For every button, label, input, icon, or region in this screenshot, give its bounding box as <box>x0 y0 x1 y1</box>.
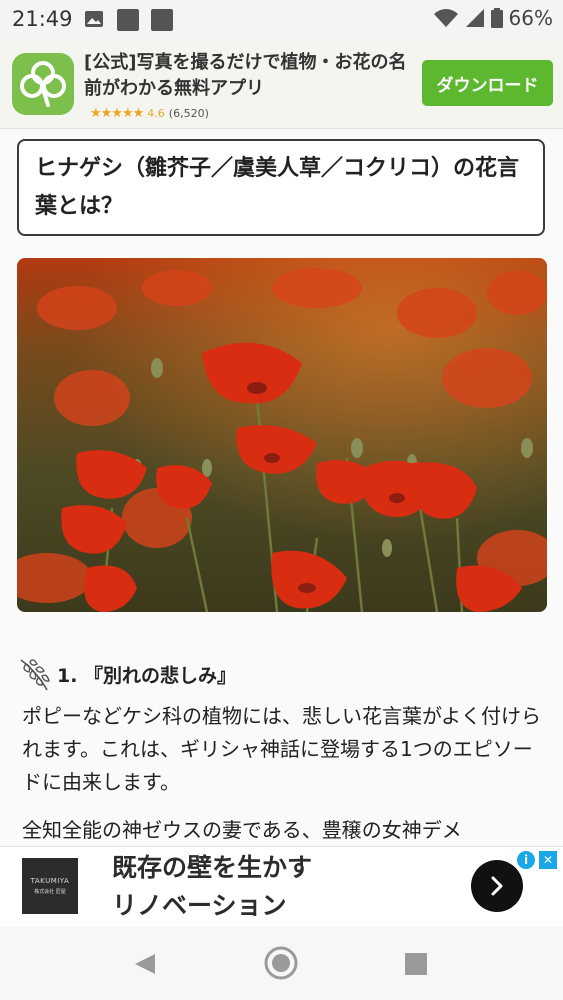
ad-copy[interactable]: 既存の壁を生かす リノベーション <box>112 849 312 925</box>
rating-stars: ★★★★★ <box>90 106 144 121</box>
article-title: ヒナゲシ（雛芥子／虞美人草／コクリコ）の花言葉とは？ <box>17 139 545 236</box>
close-icon[interactable]: ✕ <box>539 851 557 869</box>
ad-open-button[interactable] <box>471 860 523 912</box>
square-notification-icon <box>151 9 173 31</box>
back-icon[interactable] <box>133 952 157 976</box>
paragraph: 全知全能の神ゼウスの妻である、豊穣の女神デメ <box>22 818 462 842</box>
info-icon[interactable]: i <box>517 851 535 869</box>
brand-name: TAKUMIYA <box>30 877 70 885</box>
navigation-bar <box>0 926 563 1000</box>
ad-title[interactable]: [公式]写真を撮るだけで植物・お花の名前がわかる無料アプリ <box>84 50 414 102</box>
battery-percent: 66% <box>508 6 553 30</box>
battery-icon <box>490 8 503 28</box>
recents-icon[interactable] <box>404 952 428 976</box>
download-button[interactable]: ダウンロード <box>422 60 553 106</box>
brand-sub: 株式会社 匠屋 <box>34 889 66 895</box>
paragraph: ポピーなどケシ科の植物には、悲しい花言葉がよく付けられます。これは、ギリシャ神話… <box>22 704 541 794</box>
rating-value: 4.6 <box>147 107 165 120</box>
leaf-icon <box>20 659 50 691</box>
section-heading-text: 1. 『別れの悲しみ』 <box>57 664 237 687</box>
app-install-ad[interactable]: [公式]写真を撮るだけで植物・お花の名前がわかる無料アプリ ★★★★★ 4.6 … <box>0 38 563 129</box>
poppy-field-image <box>17 258 547 612</box>
rating-count: (6,520) <box>168 107 209 120</box>
clover-icon[interactable] <box>12 53 74 115</box>
ad-copy-line1: 既存の壁を生かす <box>112 853 313 882</box>
signal-icon <box>465 9 484 27</box>
status-bar: 21:49 66% <box>0 0 563 38</box>
wifi-icon <box>433 9 458 27</box>
image-icon <box>85 11 103 27</box>
square-notification-icon <box>117 9 139 31</box>
section-heading: 1. 『別れの悲しみ』 <box>17 654 537 694</box>
home-icon[interactable] <box>263 945 299 981</box>
ad-copy-line2: リノベーション <box>112 891 287 920</box>
bottom-banner-ad[interactable]: TAKUMIYA 株式会社 匠屋 既存の壁を生かす リノベーション i ✕ <box>0 846 563 928</box>
brand-logo[interactable]: TAKUMIYA 株式会社 匠屋 <box>22 858 78 914</box>
status-time: 21:49 <box>12 7 73 31</box>
ad-rating: ★★★★★ 4.6 (6,520) <box>90 106 209 121</box>
chevron-right-icon <box>491 876 503 896</box>
